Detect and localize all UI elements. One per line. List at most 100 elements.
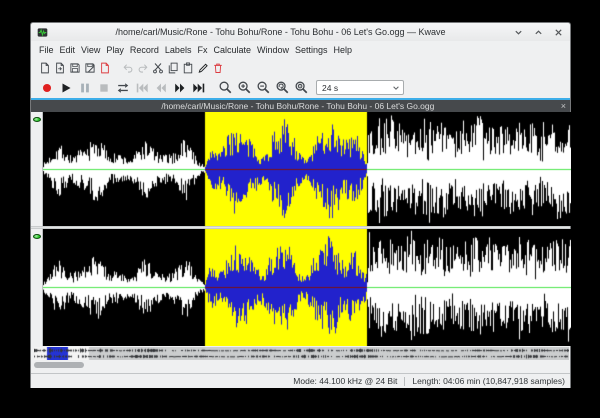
menu-edit[interactable]: Edit [60,45,76,55]
fast-forward-icon [173,81,187,95]
play-button[interactable] [57,79,75,96]
menu-view[interactable]: View [81,45,100,55]
loop-icon [116,81,130,95]
scrollbar-thumb[interactable] [34,362,84,368]
file-save-button[interactable] [68,60,81,75]
record-icon [40,81,54,95]
zoom-in-icon [237,80,252,95]
horizontal-scrollbar[interactable] [34,362,567,368]
paste-clipboard-icon [182,62,194,74]
channel-2-row [31,229,570,346]
menu-help[interactable]: Help [334,45,353,55]
magnifier-icon [218,80,233,95]
file-new-button[interactable] [38,60,51,75]
toolbar-separator [113,67,119,68]
open-file-icon [54,62,66,74]
subwindow-close-button[interactable]: × [561,102,566,111]
menu-labels[interactable]: Labels [165,45,192,55]
skip-forward-icon [192,81,206,95]
menu-settings[interactable]: Settings [295,45,328,55]
pause-icon [78,81,92,95]
channel-1-controls [31,112,43,226]
zoom-out-button[interactable] [254,79,272,96]
insert-pen-button[interactable] [196,60,209,75]
play-icon [59,81,73,95]
forward-button[interactable] [171,79,189,96]
playback-toolbar: 24 s [31,77,570,98]
zoom-duration-value: 24 s [322,83,392,93]
menu-fx[interactable]: Fx [197,45,207,55]
window-title: /home/carl/Music/Rone - Tohu Bohu/Rone -… [48,27,513,37]
zoom-out-icon [256,80,271,95]
menu-file[interactable]: File [39,45,54,55]
kwave-window: /home/carl/Music/Rone - Tohu Bohu/Rone -… [30,22,571,388]
maximize-button[interactable] [533,27,544,38]
channel-1-row [31,112,570,226]
trash-icon [212,62,224,74]
loop-button[interactable] [114,79,132,96]
kwave-app-icon [37,27,48,38]
stop-button[interactable] [95,79,113,96]
file-save-as-button[interactable] [83,60,96,75]
undo-icon [122,62,134,74]
menu-calculate[interactable]: Calculate [213,45,251,55]
zoom-100-button[interactable] [292,79,310,96]
waveform-channel-1[interactable] [43,112,571,226]
chevron-down-icon [514,28,523,37]
pause-button[interactable] [76,79,94,96]
save-icon [69,62,81,74]
window-titlebar[interactable]: /home/carl/Music/Rone - Tohu Bohu/Rone -… [31,23,570,41]
status-divider [404,377,405,386]
status-mode: Mode: 44.100 kHz @ 24 Bit [293,376,397,386]
paste-button[interactable] [181,60,194,75]
zoom-fit-icon [275,80,290,95]
chevron-down-icon [392,84,400,92]
waveform-channel-2[interactable] [43,229,571,346]
subwindow-titlebar[interactable]: /home/carl/Music/Rone - Tohu Bohu/Rone -… [31,100,570,112]
pencil-icon [197,62,209,74]
rewind-icon [154,81,168,95]
desktop-background: /home/carl/Music/Rone - Tohu Bohu/Rone -… [0,0,600,418]
close-icon [554,28,563,37]
close-button[interactable] [553,27,564,38]
status-bar: Mode: 44.100 kHz @ 24 Bit Length: 04:06 … [31,373,570,388]
menu-window[interactable]: Window [257,45,289,55]
cut-scissors-icon [152,62,164,74]
status-length: Length: 04:06 min (10,847,918 samples) [412,376,565,386]
zoom-in-button[interactable] [235,79,253,96]
zoom-100-icon [294,80,309,95]
channel-2-controls [31,229,43,346]
redo-icon [137,62,149,74]
channel-2-enabled-led[interactable] [33,234,41,239]
chevron-up-icon [534,28,543,37]
overview-row [31,346,570,361]
seek-end-button[interactable] [190,79,208,96]
file-open-button[interactable] [53,60,66,75]
overview-strip[interactable] [34,347,569,360]
menu-record[interactable]: Record [130,45,159,55]
delete-button[interactable] [211,60,224,75]
redo-button[interactable] [136,60,149,75]
seek-start-button[interactable] [133,79,151,96]
new-file-icon [39,62,51,74]
menu-bar: File Edit View Play Record Labels Fx Cal… [31,41,570,58]
record-button[interactable] [38,79,56,96]
undo-button[interactable] [121,60,134,75]
channel-1-enabled-led[interactable] [33,117,41,122]
zoom-selection-button[interactable] [216,79,234,96]
subwindow-title: /home/carl/Music/Rone - Tohu Bohu/Rone -… [35,101,561,111]
zoom-all-button[interactable] [273,79,291,96]
minimize-button[interactable] [513,27,524,38]
copy-button[interactable] [166,60,179,75]
menu-play[interactable]: Play [106,45,124,55]
cut-button[interactable] [151,60,164,75]
file-close-button[interactable] [98,60,111,75]
stop-icon [97,81,111,95]
window-controls [513,27,564,38]
close-file-icon [99,62,111,74]
signal-view [31,112,570,346]
zoom-duration-select[interactable]: 24 s [316,80,404,95]
file-toolbar [31,58,570,77]
toolbar-separator [209,87,215,88]
rewind-button[interactable] [152,79,170,96]
